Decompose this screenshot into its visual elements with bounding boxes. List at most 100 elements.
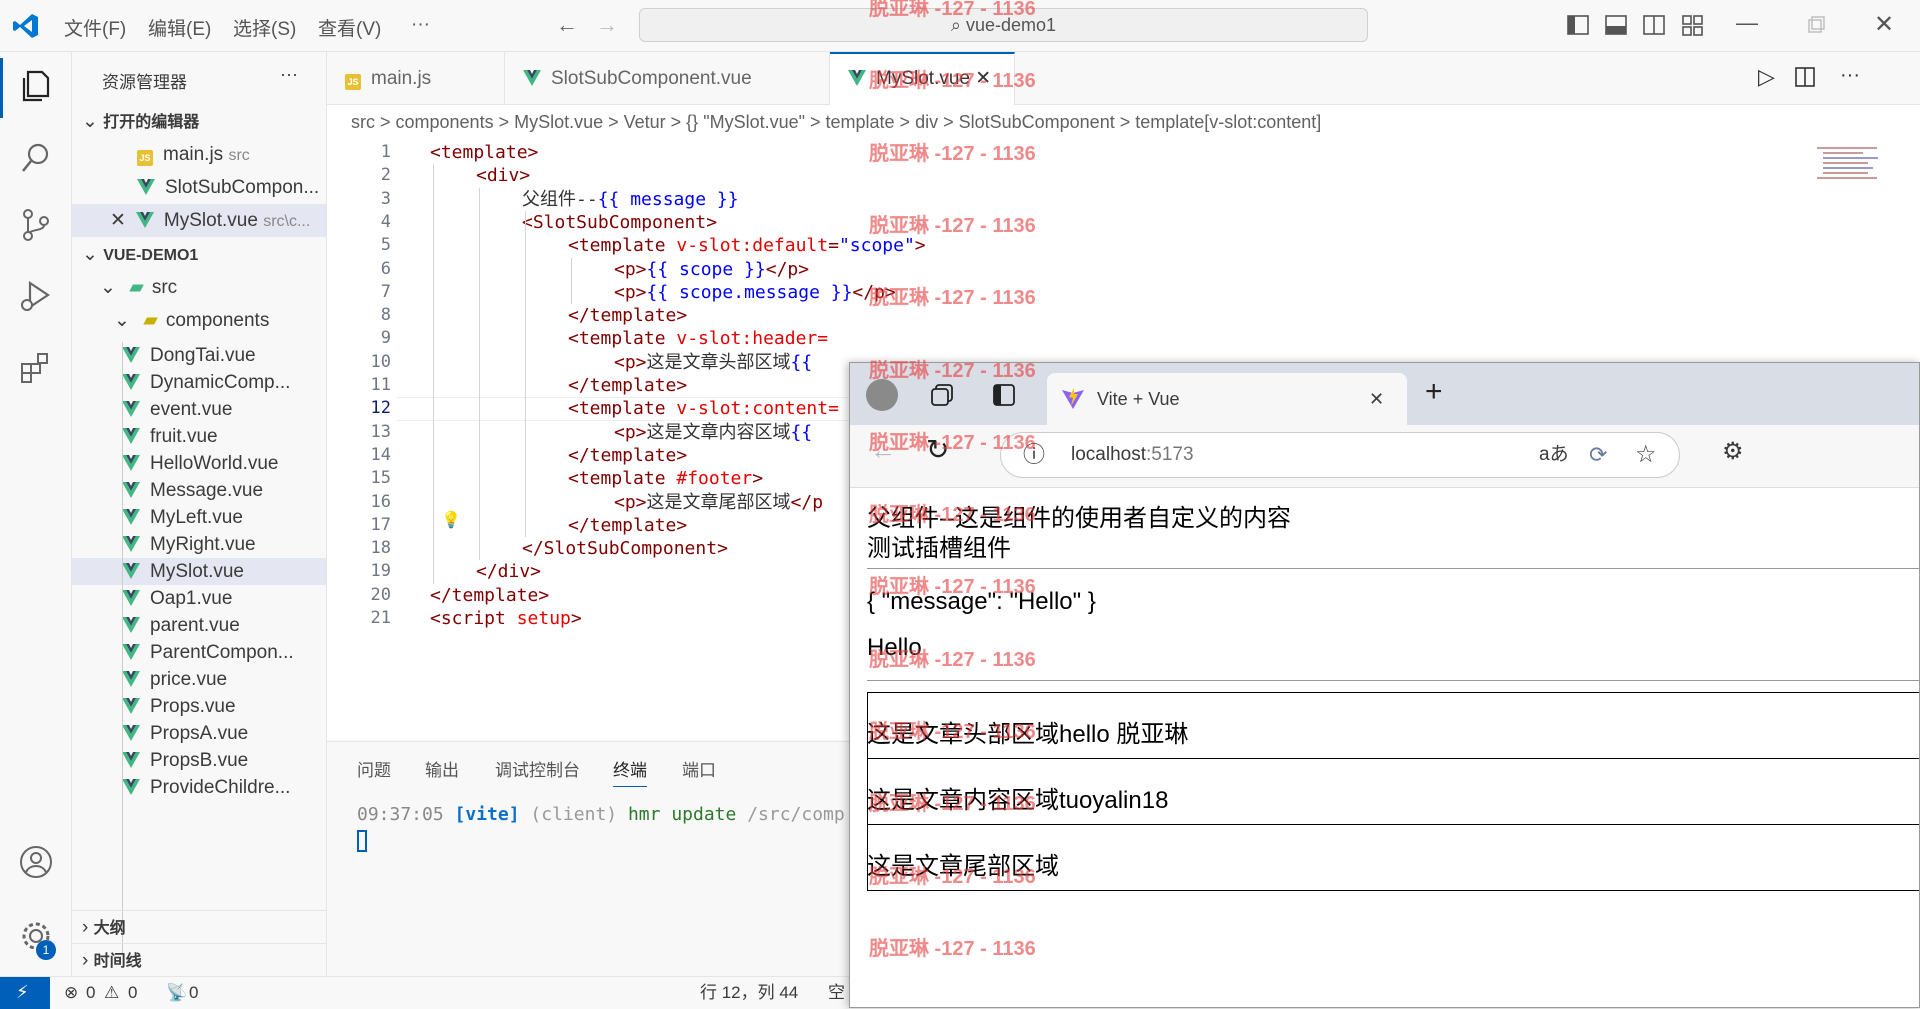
- line-number: 13: [370, 421, 391, 442]
- file-item[interactable]: PropsA.vue: [72, 720, 326, 747]
- lightbulb-icon[interactable]: 💡: [441, 510, 461, 529]
- toggle-secondary-sidebar-icon[interactable]: [1641, 12, 1667, 38]
- refresh-page-icon[interactable]: ⟳: [1589, 433, 1607, 477]
- browser-tab-vite[interactable]: Vite + Vue ✕: [1047, 373, 1407, 425]
- file-item[interactable]: PropsB.vue: [72, 747, 326, 774]
- search-icon[interactable]: [18, 140, 54, 176]
- file-item[interactable]: ProvideChildre...: [72, 774, 326, 801]
- minimize-icon[interactable]: —: [1736, 10, 1758, 36]
- panel-tab-ports[interactable]: 端口: [682, 756, 716, 781]
- line-number: 11: [370, 375, 391, 395]
- read-aloud-icon[interactable]: aあ: [1539, 433, 1569, 477]
- open-editor-myslot[interactable]: ✕ MySlot.vue src\c...: [72, 204, 326, 237]
- file-item[interactable]: ParentCompon...: [72, 639, 326, 666]
- explorer-icon[interactable]: [18, 68, 54, 104]
- vue-file-icon: [122, 374, 140, 390]
- ports-count[interactable]: 0: [189, 977, 198, 1008]
- close-browser-tab-icon[interactable]: ✕: [1369, 373, 1384, 425]
- file-item[interactable]: event.vue: [72, 396, 326, 423]
- file-item[interactable]: HelloWorld.vue: [72, 450, 326, 477]
- profile-avatar[interactable]: [866, 379, 898, 411]
- menu-select[interactable]: 选择(S): [233, 14, 296, 41]
- terminal-cursor: [357, 830, 367, 852]
- open-editors-header[interactable]: ⌄ 打开的编辑器: [72, 105, 326, 138]
- forward-arrow-icon[interactable]: →: [596, 12, 618, 38]
- menu-more[interactable]: ···: [411, 14, 430, 36]
- line-number: 15: [370, 468, 391, 489]
- indentation-status[interactable]: 空: [828, 977, 845, 1008]
- new-tab-icon[interactable]: +: [1425, 375, 1443, 409]
- file-item[interactable]: MyLeft.vue: [72, 504, 326, 531]
- file-item[interactable]: Props.vue: [72, 693, 326, 720]
- file-item[interactable]: MyRight.vue: [72, 531, 326, 558]
- file-item[interactable]: DongTai.vue: [72, 342, 326, 369]
- url-input[interactable]: ⓘ localhost:5173 aあ ⟳ ☆: [1000, 432, 1680, 478]
- source-control-icon[interactable]: [18, 207, 54, 243]
- file-item[interactable]: price.vue: [72, 666, 326, 693]
- account-icon[interactable]: [18, 844, 54, 880]
- file-item[interactable]: DynamicComp...: [72, 369, 326, 396]
- timeline-header[interactable]: › 时间线: [72, 943, 326, 976]
- code-line: <p>{{ scope.message }}</p>: [614, 281, 896, 303]
- close-window-icon[interactable]: ✕: [1874, 10, 1894, 39]
- line-number: 16: [370, 491, 391, 512]
- line-number: 1: [380, 142, 391, 162]
- run-icon[interactable]: ▷: [1758, 64, 1775, 90]
- file-item[interactable]: Oap1.vue: [72, 585, 326, 612]
- open-editor-slotsub[interactable]: SlotSubCompon...: [72, 171, 326, 204]
- folder-src[interactable]: ⌄ ▰ src: [72, 271, 326, 304]
- file-item[interactable]: fruit.vue: [72, 423, 326, 450]
- workspaces-icon[interactable]: [930, 383, 956, 407]
- code-line: </SlotSubComponent>: [522, 538, 728, 560]
- panel-tab-output[interactable]: 输出: [425, 756, 459, 781]
- open-editor-main-js[interactable]: JS main.js src: [72, 138, 326, 171]
- cursor-position[interactable]: 行 12，列 44: [700, 977, 798, 1008]
- panel-tab-debug-console[interactable]: 调试控制台: [495, 756, 580, 781]
- remote-indicator[interactable]: ⚡: [0, 977, 50, 1009]
- file-item[interactable]: Message.vue: [72, 477, 326, 504]
- minimap[interactable]: [1787, 139, 1878, 199]
- panel-tab-problems[interactable]: 问题: [357, 756, 391, 781]
- menu-edit[interactable]: 编辑(E): [148, 14, 211, 41]
- indent-guide: [571, 257, 572, 305]
- project-header[interactable]: ⌄ VUE-DEMO1: [72, 238, 326, 271]
- run-debug-icon[interactable]: [18, 277, 54, 313]
- file-item[interactable]: parent.vue: [72, 612, 326, 639]
- tab-main-js[interactable]: JS main.js: [327, 52, 505, 105]
- favorite-star-icon[interactable]: ☆: [1635, 433, 1657, 477]
- folder-components[interactable]: ⌄ ▰ components: [72, 304, 326, 337]
- toggle-sidebar-icon[interactable]: [1565, 12, 1591, 38]
- close-editor-icon[interactable]: ✕: [110, 210, 126, 231]
- more-actions-icon[interactable]: ···: [1840, 64, 1860, 87]
- tab-slotsubcomponent[interactable]: SlotSubComponent.vue: [505, 52, 830, 105]
- file-name: price.vue: [150, 669, 228, 690]
- tree-indent-guide: [122, 342, 123, 954]
- page-divider: [867, 680, 1919, 681]
- restore-icon[interactable]: [1803, 12, 1829, 38]
- line-number: 6: [380, 258, 391, 279]
- terminal-output[interactable]: 09:37:05 [vite] (client) hmr update /src…: [357, 804, 845, 825]
- watermark-text: 脱亚琳 -127 - 1136: [869, 648, 1036, 671]
- split-editor-icon[interactable]: [1794, 66, 1816, 88]
- error-count[interactable]: 0: [86, 977, 95, 1008]
- toggle-panel-icon[interactable]: [1603, 12, 1629, 38]
- menu-file[interactable]: 文件(F): [64, 14, 126, 41]
- file-name: MyLeft.vue: [150, 507, 243, 528]
- extensions-icon[interactable]: [18, 350, 54, 386]
- explorer-more-button[interactable]: ···: [280, 64, 298, 85]
- panel-tab-terminal[interactable]: 终端: [613, 756, 647, 787]
- customize-layout-icon[interactable]: [1680, 12, 1706, 38]
- page-test-title: 测试插槽组件: [867, 535, 1011, 562]
- back-arrow-icon[interactable]: ←: [556, 12, 578, 38]
- vue-file-icon: [523, 70, 541, 86]
- breadcrumb[interactable]: src > components > MySlot.vue > Vetur > …: [327, 105, 1920, 139]
- vertical-tabs-icon[interactable]: [992, 383, 1016, 407]
- browser-extensions-icon[interactable]: ⚙: [1722, 437, 1744, 466]
- activity-bar: 1: [0, 52, 72, 976]
- file-name: ParentCompon...: [150, 642, 294, 663]
- menu-view[interactable]: 查看(V): [318, 14, 381, 41]
- warning-count[interactable]: 0: [128, 977, 137, 1008]
- outline-header[interactable]: › 大纲: [72, 910, 326, 943]
- line-number: 9: [380, 328, 391, 349]
- file-item[interactable]: MySlot.vue: [72, 558, 326, 585]
